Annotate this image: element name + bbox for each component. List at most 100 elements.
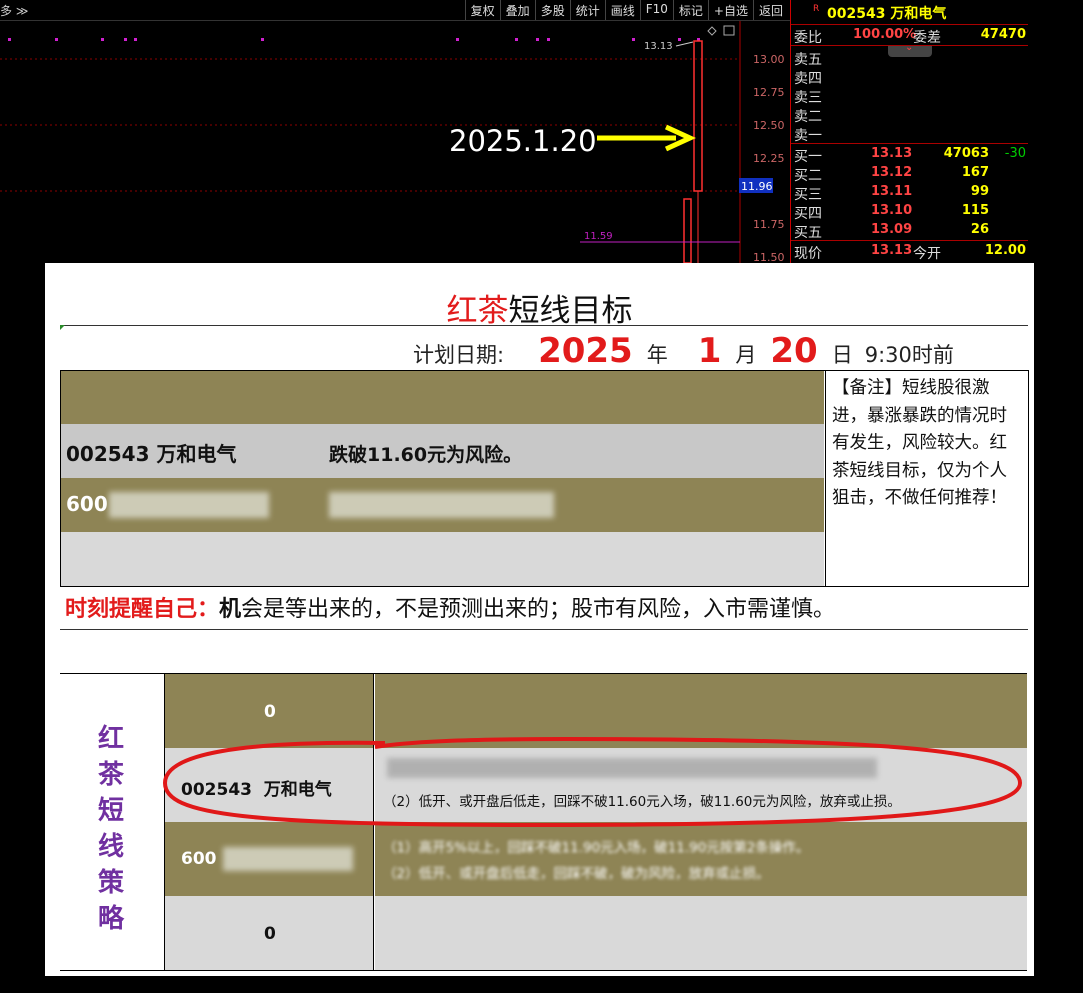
sell-4-label: 卖四 <box>794 71 822 87</box>
stock-terminal: 多 ≫ 复权 叠加 多股 统计 画线 F10 标记 +自选 返回 13.00 1… <box>0 0 1083 263</box>
strategy-table: 红 茶 短 线 策 略 0 002543 万和电气 （2）低开、或开盘后低走，回… <box>60 673 1027 971</box>
ratio-value: 100.00% <box>853 27 917 42</box>
strategy-name-cell: 600 <box>165 822 374 896</box>
strategy-text: （1）高开5%以上，回踩不破11.90元入场，破11.90元按第2条操作。 <box>383 840 810 856</box>
date-label: 计划日期: <box>413 343 505 367</box>
mark-button[interactable]: 标记 <box>672 0 708 20</box>
diamond-icon[interactable] <box>707 26 717 36</box>
divider <box>791 45 1029 46</box>
current-price-tag: 11.96 <box>741 180 773 193</box>
diff-value: 47470 <box>980 27 1026 42</box>
green-corner <box>60 325 65 330</box>
dot-markers <box>8 38 700 41</box>
table-row <box>61 371 824 424</box>
candle-body-up[interactable] <box>693 40 703 192</box>
buy-price: 13.11 <box>871 184 913 199</box>
strategy-name-cell: 0 <box>165 896 374 970</box>
reminder-label: 时刻提醒自己： <box>65 597 220 622</box>
price-tick: 13.00 <box>753 53 785 66</box>
vertical-char: 红 <box>98 724 125 754</box>
now-price: 13.13 <box>871 243 913 258</box>
vertical-char: 线 <box>98 832 125 862</box>
now-label: 现价 <box>794 246 822 262</box>
day-unit: 日 <box>831 343 853 367</box>
statistics-button[interactable]: 统计 <box>569 0 605 20</box>
sell-row: 卖四 <box>791 67 1029 87</box>
price-tick: 12.50 <box>753 119 785 132</box>
strategy-name: 0 <box>264 924 276 944</box>
table-row <box>61 532 824 586</box>
buy-row: 买一 13.13 47063 -30 <box>791 145 1029 165</box>
buy-price: 13.09 <box>871 222 913 237</box>
reminder-line: 时刻提醒自己：机会是等出来的，不是预测出来的；股市有风险，入市需谨慎。 <box>65 591 835 623</box>
table-row: 002543 万和电气 跌破11.60元为风险。 <box>61 424 824 478</box>
sell-1-label: 卖一 <box>794 128 822 144</box>
diff-label: 委差 <box>913 30 941 46</box>
gridlines <box>0 58 740 192</box>
buy-change: -30 <box>1004 146 1026 161</box>
overlay-button[interactable]: 叠加 <box>499 0 535 20</box>
right-strip <box>1028 0 1083 263</box>
r-badge: R <box>813 4 820 14</box>
buy-row: 买四 13.10 115 <box>791 202 1029 222</box>
f10-button[interactable]: F10 <box>639 0 673 20</box>
buy-row: 买五 13.09 26 <box>791 221 1029 241</box>
now-price-row: 现价 13.13 今开 12.00 <box>791 242 1029 262</box>
buy-label: 买四 <box>794 206 822 222</box>
date-year: 2025 <box>538 331 633 371</box>
candle-body-prev[interactable] <box>683 198 692 263</box>
open-label: 今开 <box>913 246 941 262</box>
stock-code-name[interactable]: 002543 万和电气 <box>827 3 946 23</box>
open-price: 12.00 <box>984 243 1026 258</box>
title-rest: 短线目标 <box>508 293 633 329</box>
multi-stock-button[interactable]: 多股 <box>534 0 570 20</box>
strategy-document: 红茶短线目标 计划日期: 2025 年 1 月 20 日 9:30时前 0025… <box>45 263 1034 976</box>
price-tick: 12.75 <box>753 86 785 99</box>
date-time: 9:30时前 <box>864 343 954 367</box>
stock-name: 002543 万和电气 <box>66 442 237 466</box>
buy-volume: 167 <box>961 165 989 180</box>
add-watchlist-button[interactable]: +自选 <box>707 0 753 20</box>
date-month: 1 <box>697 331 722 371</box>
risk-note: 跌破11.60元为风险。 <box>329 444 523 466</box>
high-label: 13.13 <box>644 41 673 52</box>
buy-price: 13.12 <box>871 165 913 180</box>
sell-row: 卖二 <box>791 105 1029 125</box>
sell-3-label: 卖三 <box>794 90 822 106</box>
ratio-label: 委比 <box>794 30 822 46</box>
strategy-text-cell: （2）低开、或开盘后低走，回踩不破11.60元入场，破11.60元为风险，放弃或… <box>375 748 1027 822</box>
price-tick: 11.75 <box>753 218 785 231</box>
buy-label: 买一 <box>794 149 822 165</box>
price-chart[interactable]: 13.00 12.75 12.50 12.25 11.96 11.75 11.5… <box>0 21 790 263</box>
strategy-text-cell: （1）高开5%以上，回踩不破11.90元入场，破11.90元按第2条操作。 （2… <box>375 822 1027 896</box>
sell-row: 卖三 <box>791 86 1029 106</box>
buy-price: 13.13 <box>871 146 913 161</box>
date-day: 20 <box>770 331 818 371</box>
draw-line-button[interactable]: 画线 <box>604 0 640 20</box>
strategy-text-cell <box>375 896 1027 970</box>
back-button[interactable]: 返回 <box>752 0 788 20</box>
menu-crumb[interactable]: 多 ≫ <box>0 2 28 19</box>
vertical-char: 略 <box>98 904 125 934</box>
strategy-name: 0 <box>264 702 276 722</box>
panel-toggle-icon[interactable] <box>723 25 735 36</box>
strategy-name: 002543 万和电气 <box>181 780 332 800</box>
chart-toolbar: 多 ≫ 复权 叠加 多股 统计 画线 F10 标记 +自选 返回 <box>0 0 790 21</box>
sell-5-label: 卖五 <box>794 52 822 68</box>
vertical-char: 茶 <box>98 760 125 790</box>
quote-panel: R 002543 万和电气 委比 100.00% 委差 47470 ⌄ 卖五 卖… <box>790 0 1029 263</box>
buy-volume: 99 <box>970 184 989 199</box>
buy-row: 买二 13.12 167 <box>791 164 1029 184</box>
strategy-name-cell: 0 <box>165 674 374 748</box>
price-tick: 12.25 <box>753 152 785 165</box>
support-label: 11.59 <box>584 231 613 242</box>
title-rule <box>60 325 1028 326</box>
strategy-name: 600 <box>181 849 217 869</box>
reminder-first-char: 机 <box>219 597 242 622</box>
year-unit: 年 <box>646 343 668 367</box>
high-pointer <box>675 41 694 47</box>
restore-rights-button[interactable]: 复权 <box>464 0 500 20</box>
buy-volume: 47063 <box>943 146 989 161</box>
vertical-char: 策 <box>98 868 125 898</box>
sell-2-label: 卖二 <box>794 109 822 125</box>
